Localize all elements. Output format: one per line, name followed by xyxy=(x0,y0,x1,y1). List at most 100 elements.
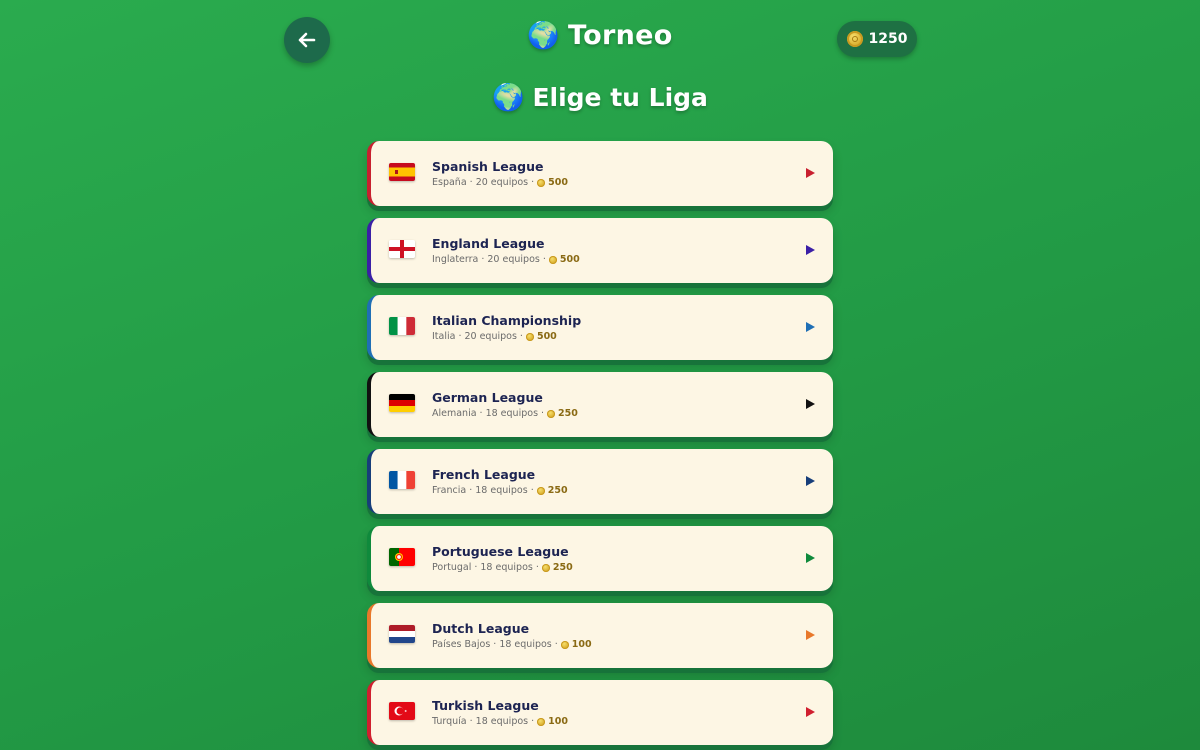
league-price: 500 xyxy=(536,331,557,342)
play-icon[interactable] xyxy=(806,168,815,178)
league-meta: Francia · 18 equipos · 250 xyxy=(432,485,568,497)
league-card-turkey[interactable]: Turkish League Turquía · 18 equipos · 100 xyxy=(367,680,833,745)
separator: · xyxy=(481,254,485,265)
league-name: Portuguese League xyxy=(432,544,569,559)
league-info: Dutch League Países Bajos · 18 equipos · 100 xyxy=(432,621,592,651)
league-name: German League xyxy=(432,390,543,405)
league-teams: 20 equipos xyxy=(464,331,517,342)
coin-icon xyxy=(536,487,545,495)
league-card-england[interactable]: England League Inglaterra · 20 equipos · 500 xyxy=(367,218,833,283)
netherlands-flag-icon xyxy=(389,625,415,643)
league-name: Dutch League xyxy=(432,621,530,636)
separator: · xyxy=(519,331,523,342)
play-icon[interactable] xyxy=(806,553,815,563)
coin-icon xyxy=(846,31,863,47)
league-meta: Países Bajos · 18 equipos · 100 xyxy=(432,639,592,651)
coin-icon xyxy=(525,333,534,341)
globe-icon: 🌍 xyxy=(527,20,561,51)
league-country: Portugal xyxy=(432,562,472,573)
coin-icon xyxy=(560,641,569,649)
league-teams: 20 equipos xyxy=(487,254,540,265)
portugal-flag-icon xyxy=(389,548,415,566)
coin-icon xyxy=(548,256,557,264)
league-card-germany[interactable]: German League Alemania · 18 equipos · 250 xyxy=(367,372,833,437)
league-price: 500 xyxy=(559,254,580,265)
league-teams: 18 equipos xyxy=(499,639,552,650)
league-price: 500 xyxy=(548,177,568,188)
league-meta: Inglaterra · 20 equipos · 500 xyxy=(432,254,580,266)
league-info: German League Alemania · 18 equipos · 250 xyxy=(432,390,578,420)
app-title: 🌍 Torneo xyxy=(0,20,1200,51)
league-country: Países Bajos xyxy=(432,639,491,650)
separator: · xyxy=(458,331,462,342)
italy-flag-icon xyxy=(389,317,415,335)
league-meta: Turquía · 18 equipos · 100 xyxy=(432,716,568,728)
league-info: Italian Championship Italia · 20 equipos · 50… xyxy=(432,313,581,343)
separator: · xyxy=(530,485,534,496)
league-price: 250 xyxy=(552,562,573,573)
separator: · xyxy=(535,562,539,573)
separator: · xyxy=(531,177,535,188)
coin-icon xyxy=(537,718,546,726)
separator: · xyxy=(493,639,497,650)
league-country: Inglaterra xyxy=(432,254,479,265)
globe-icon: 🌍 xyxy=(492,82,525,113)
league-country: Alemania xyxy=(432,408,477,419)
play-icon[interactable] xyxy=(806,399,815,409)
separator: · xyxy=(469,177,473,188)
league-card-spain[interactable]: Spanish League España · 20 equipos · 500 xyxy=(367,141,833,206)
league-name: Turkish League xyxy=(432,698,539,713)
league-teams: 18 equipos xyxy=(485,408,539,419)
league-card-portugal[interactable]: Portuguese League Portugal · 18 equipos · 250 xyxy=(367,526,833,591)
play-icon[interactable] xyxy=(806,322,815,332)
league-info: Turkish League Turquía · 18 equipos · 100 xyxy=(432,698,568,728)
separator: · xyxy=(474,562,478,573)
league-teams: 18 equipos xyxy=(475,716,529,727)
play-icon[interactable] xyxy=(806,476,815,486)
separator: · xyxy=(531,716,535,727)
section-title: 🌍 Elige tu Liga xyxy=(0,83,1200,112)
league-info: England League Inglaterra · 20 equipos · 500 xyxy=(432,236,580,266)
league-name: French League xyxy=(432,467,536,482)
league-price: 250 xyxy=(547,485,568,496)
league-country: Turquía xyxy=(432,716,467,727)
league-meta: Alemania · 18 equipos · 250 xyxy=(432,408,578,420)
play-icon[interactable] xyxy=(806,630,815,640)
france-flag-icon xyxy=(389,471,415,489)
coin-icon xyxy=(537,179,546,187)
england-flag-icon xyxy=(389,240,415,258)
league-list: Spanish League España · 20 equipos · 500 Engla… xyxy=(367,141,833,745)
league-teams: 18 equipos xyxy=(480,562,533,573)
coin-balance-value: 1250 xyxy=(868,31,908,47)
coin-icon xyxy=(547,410,556,418)
play-icon[interactable] xyxy=(806,707,815,717)
league-info: Spanish League España · 20 equipos · 500 xyxy=(432,159,568,189)
separator: · xyxy=(469,485,473,496)
league-teams: 18 equipos xyxy=(475,485,528,496)
section-title-text: Elige tu Liga xyxy=(532,83,708,112)
league-name: Spanish League xyxy=(432,159,544,174)
play-icon[interactable] xyxy=(806,245,815,255)
turkey-flag-icon xyxy=(389,702,415,720)
separator: · xyxy=(479,408,483,419)
league-country: Francia xyxy=(432,485,467,496)
league-info: French League Francia · 18 equipos · 250 xyxy=(432,467,568,497)
league-country: Italia xyxy=(432,331,456,342)
league-meta: Italia · 20 equipos · 500 xyxy=(432,331,581,343)
coin-icon xyxy=(541,564,550,572)
separator: · xyxy=(554,639,558,650)
league-teams: 20 equipos xyxy=(475,177,529,188)
separator: · xyxy=(542,254,546,265)
league-country: España xyxy=(432,177,467,188)
league-card-italy[interactable]: Italian Championship Italia · 20 equipos · 50… xyxy=(367,295,833,360)
league-card-france[interactable]: French League Francia · 18 equipos · 250 xyxy=(367,449,833,514)
league-name: England League xyxy=(432,236,545,251)
separator: · xyxy=(469,716,473,727)
league-name: Italian Championship xyxy=(432,313,582,328)
coin-balance: 1250 xyxy=(837,21,917,57)
league-price: 250 xyxy=(558,408,578,419)
spain-flag-icon xyxy=(389,163,415,181)
league-info: Portuguese League Portugal · 18 equipos · 250 xyxy=(432,544,573,574)
league-card-netherlands[interactable]: Dutch League Países Bajos · 18 equipos · 100 xyxy=(367,603,833,668)
league-price: 100 xyxy=(548,716,568,727)
